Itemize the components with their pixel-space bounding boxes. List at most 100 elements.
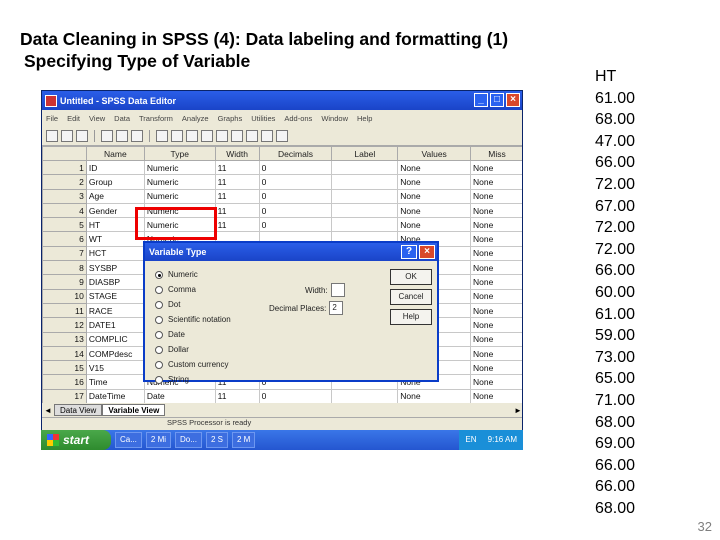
grid-cell[interactable]: 11 (214, 188, 260, 204)
radio-button-icon[interactable] (155, 360, 163, 369)
type-option[interactable]: Date (155, 327, 231, 342)
grid-cell[interactable]: HCT (85, 245, 145, 262)
grid-cell[interactable]: DateTime (85, 388, 145, 405)
grid-cell[interactable]: 0 (258, 159, 333, 176)
column-header[interactable]: Decimals (258, 146, 333, 161)
type-option[interactable]: Comma (155, 282, 231, 297)
grid-cell[interactable]: None (470, 288, 522, 304)
grid-cell[interactable]: None (470, 159, 522, 176)
grid-cell[interactable]: 0 (258, 202, 333, 219)
grid-cell[interactable]: V15 (85, 360, 145, 376)
weight-cases-icon[interactable] (246, 129, 258, 142)
insert-variable-icon[interactable] (216, 129, 228, 142)
column-header[interactable]: Type (143, 146, 216, 161)
grid-cell[interactable] (331, 388, 399, 405)
grid-cell[interactable]: None (470, 202, 522, 219)
type-option[interactable]: String (155, 372, 231, 387)
grid-cell[interactable]: None (397, 174, 472, 190)
window-titlebar[interactable]: Untitled - SPSS Data Editor _ □ × (42, 91, 522, 110)
grid-cell[interactable]: DATE1 (85, 317, 145, 333)
menu-item[interactable]: Analyze (182, 114, 209, 123)
grid-cell[interactable] (331, 217, 399, 233)
grid-cell[interactable]: COMPLIC (85, 331, 145, 347)
type-option[interactable]: Custom currency (155, 357, 231, 372)
print-icon[interactable] (76, 129, 88, 142)
dialog-close-icon[interactable]: × (419, 245, 435, 259)
taskbar-item[interactable]: Do... (175, 432, 202, 448)
minimize-button[interactable]: _ (474, 93, 488, 107)
start-button[interactable]: start (41, 430, 111, 450)
menu-item[interactable]: Edit (67, 114, 80, 123)
split-file-icon[interactable] (231, 129, 243, 142)
cancel-button[interactable]: Cancel (390, 289, 432, 305)
grid-cell[interactable] (331, 188, 399, 204)
grid-cell[interactable]: 0 (258, 188, 333, 204)
ok-button[interactable]: OK (390, 269, 432, 285)
grid-cell[interactable]: Numeric (143, 159, 216, 176)
type-option[interactable]: Dot (155, 297, 231, 312)
grid-cell[interactable]: 0 (258, 174, 333, 190)
grid-cell[interactable]: None (397, 217, 472, 233)
grid-cell[interactable]: None (470, 274, 522, 290)
menu-item[interactable]: Transform (139, 114, 173, 123)
maximize-button[interactable]: □ (490, 93, 504, 107)
value-labels-icon[interactable] (276, 129, 288, 142)
taskbar-item[interactable]: 2 Mi (145, 432, 172, 448)
dialog-titlebar[interactable]: Variable Type ? × (145, 243, 437, 261)
undo-icon[interactable] (116, 129, 128, 142)
column-header[interactable] (42, 146, 87, 161)
grid-cell[interactable]: None (470, 231, 522, 247)
grid-cell[interactable]: None (470, 317, 522, 333)
grid-cell[interactable]: Group (85, 174, 145, 190)
grid-cell[interactable]: DIASBP (85, 274, 145, 290)
menu-item[interactable]: Utilities (251, 114, 275, 123)
column-header[interactable]: Values (397, 146, 472, 161)
menu-item[interactable]: Data (114, 114, 130, 123)
grid-cell[interactable]: None (470, 302, 522, 319)
grid-cell[interactable]: 11 (214, 202, 260, 219)
language-indicator[interactable]: EN (465, 435, 476, 444)
menu-item[interactable]: File (46, 114, 58, 123)
grid-cell[interactable]: None (397, 159, 472, 176)
tab-variable-view[interactable]: Variable View (102, 404, 166, 416)
save-icon[interactable] (61, 129, 73, 142)
taskbar-item[interactable]: Ca... (115, 432, 142, 448)
menu-item[interactable]: Help (357, 114, 372, 123)
variables-icon[interactable] (171, 129, 183, 142)
find-icon[interactable] (186, 129, 198, 142)
grid-cell[interactable]: 11 (214, 217, 260, 233)
column-header[interactable]: Label (331, 146, 399, 161)
dialog-recall-icon[interactable] (101, 129, 113, 142)
taskbar-item[interactable]: 2 M (231, 432, 256, 448)
grid-cell[interactable]: None (470, 245, 522, 262)
grid-cell[interactable]: SYSBP (85, 260, 145, 276)
grid-cell[interactable]: Age (85, 188, 145, 204)
menu-item[interactable]: View (89, 114, 105, 123)
column-header[interactable]: Width (214, 146, 260, 161)
grid-cell[interactable]: None (397, 202, 472, 219)
radio-button-icon[interactable] (155, 300, 163, 309)
column-header[interactable]: Miss (470, 146, 522, 161)
column-header[interactable]: Name (85, 146, 145, 161)
grid-cell[interactable]: None (470, 374, 522, 390)
grid-cell[interactable]: 0 (258, 217, 333, 233)
insert-cases-icon[interactable] (201, 129, 213, 142)
grid-cell[interactable]: None (470, 360, 522, 376)
scroll-right-icon[interactable]: ► (512, 406, 522, 415)
grid-cell[interactable]: None (470, 174, 522, 190)
scroll-left-icon[interactable]: ◄ (42, 406, 54, 415)
grid-cell[interactable]: None (470, 217, 522, 233)
radio-button-icon[interactable] (155, 375, 163, 384)
goto-case-icon[interactable] (156, 129, 168, 142)
grid-cell[interactable]: None (470, 345, 522, 362)
grid-cell[interactable]: 11 (214, 159, 260, 176)
menu-item[interactable]: Add-ons (284, 114, 312, 123)
taskbar-item[interactable]: 2 S (205, 432, 228, 448)
open-icon[interactable] (46, 129, 58, 142)
help-icon[interactable]: ? (401, 245, 417, 259)
tab-data-view[interactable]: Data View (54, 404, 103, 416)
close-button[interactable]: × (506, 93, 520, 107)
type-option[interactable]: Scientific notation (155, 312, 231, 327)
grid-cell[interactable]: Time (85, 374, 145, 390)
grid-cell[interactable]: None (470, 331, 522, 347)
